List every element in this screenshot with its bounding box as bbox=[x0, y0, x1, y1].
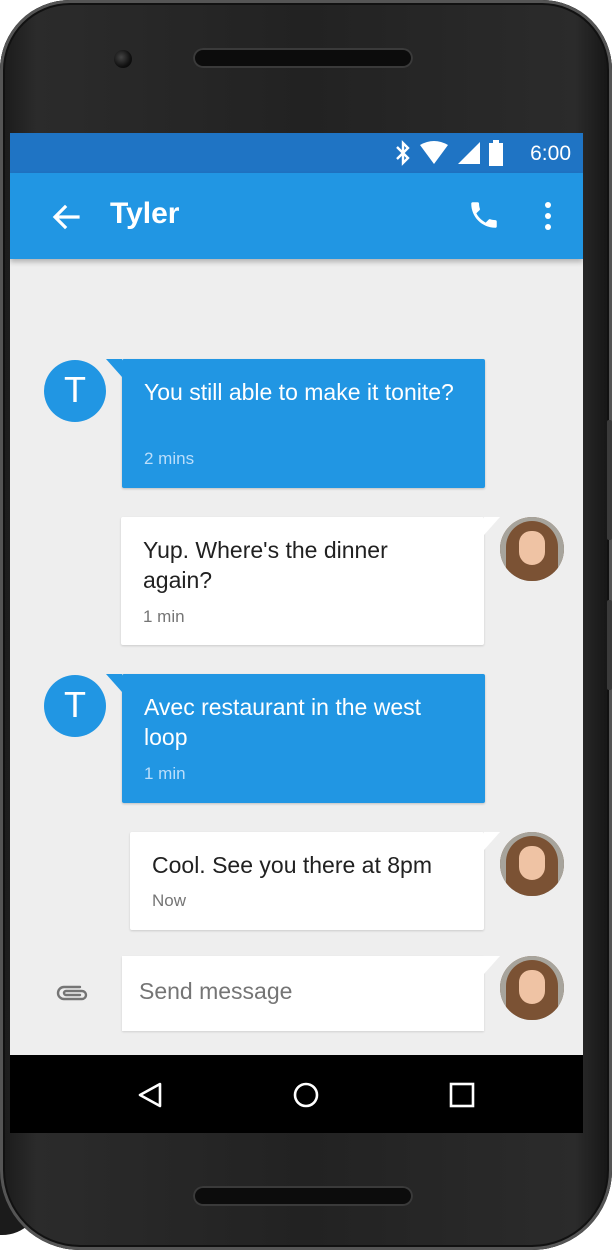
bottom-speaker bbox=[193, 1186, 413, 1206]
message-time: Now bbox=[152, 891, 187, 910]
message-bubble-outgoing: Yup. Where's the dinner again? 1 min bbox=[121, 517, 500, 645]
status-bar: 6:00 bbox=[10, 133, 583, 173]
phone-icon[interactable] bbox=[467, 198, 501, 232]
power-button bbox=[607, 600, 612, 690]
phone-frame: 6:00 Tyler T You still able to make it t… bbox=[0, 0, 612, 1250]
message-text: Cool. See you there at 8pm bbox=[152, 852, 432, 878]
bluetooth-icon bbox=[396, 140, 410, 166]
volume-button bbox=[607, 420, 612, 540]
user-avatar[interactable] bbox=[500, 832, 564, 896]
message-bubble-incoming: You still able to make it tonite? 2 mins bbox=[106, 359, 485, 488]
paperclip-icon[interactable] bbox=[55, 981, 91, 1005]
message-text: Yup. Where's the dinner again? bbox=[143, 537, 388, 593]
navigation-bar bbox=[10, 1055, 583, 1133]
user-avatar[interactable] bbox=[500, 517, 564, 581]
send-message-input[interactable] bbox=[139, 978, 459, 1005]
message-time: 1 min bbox=[143, 607, 185, 626]
arrow-back-icon[interactable] bbox=[50, 201, 82, 233]
signal-icon bbox=[458, 142, 480, 164]
nav-home-icon[interactable] bbox=[292, 1081, 320, 1109]
message-composer[interactable] bbox=[122, 956, 500, 1031]
battery-icon bbox=[489, 140, 503, 166]
contact-avatar[interactable]: T bbox=[44, 675, 106, 737]
contact-avatar[interactable]: T bbox=[44, 360, 106, 422]
message-time: 2 mins bbox=[144, 449, 195, 468]
message-text: You still able to make it tonite? bbox=[144, 379, 454, 405]
nav-recents-icon[interactable] bbox=[449, 1082, 475, 1108]
app-bar: Tyler bbox=[10, 173, 583, 259]
more-vert-icon[interactable] bbox=[540, 199, 556, 233]
front-camera bbox=[114, 50, 132, 68]
message-time: 1 min bbox=[144, 764, 186, 783]
message-bubble-outgoing: Cool. See you there at 8pm Now bbox=[130, 832, 500, 930]
wifi-icon bbox=[420, 141, 448, 164]
status-time: 6:00 bbox=[530, 142, 571, 165]
conversation-title: Tyler bbox=[110, 197, 180, 230]
screen: 6:00 Tyler T You still able to make it t… bbox=[10, 133, 583, 1133]
message-text: Avec restaurant in the west loop bbox=[144, 694, 421, 750]
message-bubble-incoming: Avec restaurant in the west loop 1 min bbox=[106, 674, 485, 803]
user-avatar[interactable] bbox=[500, 956, 564, 1020]
top-speaker bbox=[193, 48, 413, 68]
nav-back-icon[interactable] bbox=[136, 1081, 164, 1109]
